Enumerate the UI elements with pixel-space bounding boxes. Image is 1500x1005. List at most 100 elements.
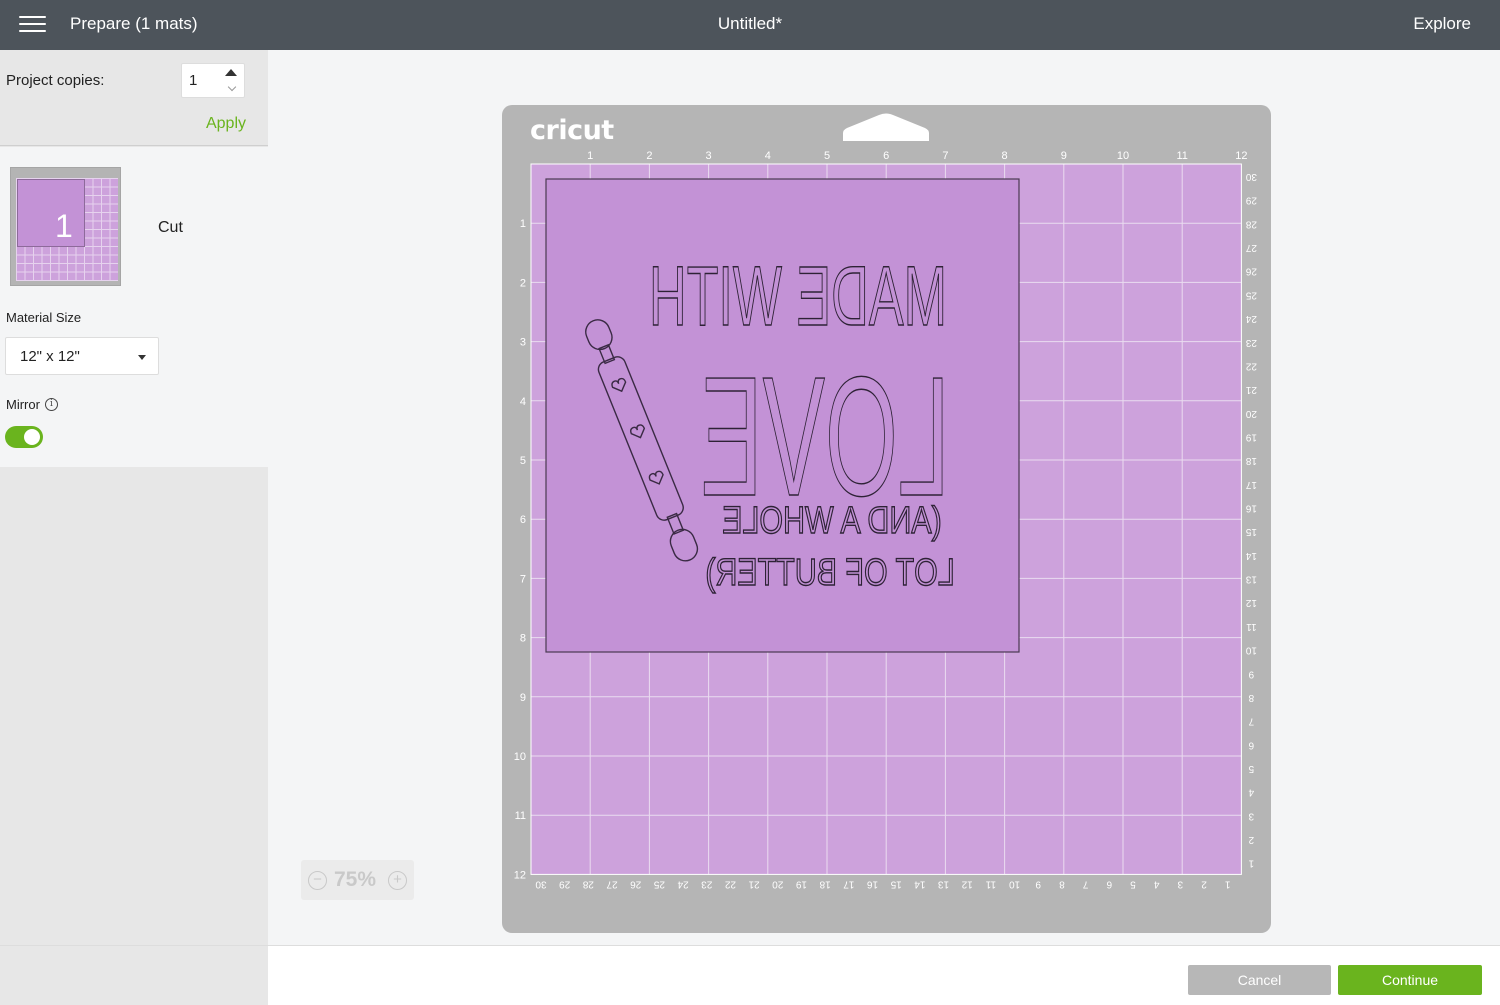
mat-thumbnail-design <box>17 179 85 247</box>
ruler-right-tick: 21 <box>1245 384 1257 395</box>
zoom-in-icon[interactable]: + <box>388 871 407 890</box>
ruler-right-tick: 30 <box>1245 171 1257 182</box>
ruler-right-tick: 24 <box>1245 313 1257 324</box>
mat-thumbnail[interactable]: 1 <box>10 167 121 286</box>
ruler-left-tick: 6 <box>520 514 526 526</box>
ruler-right-tick: 14 <box>1245 550 1257 561</box>
ruler-right-tick: 13 <box>1245 574 1257 585</box>
ruler-right-tick: 4 <box>1248 787 1254 798</box>
ruler-bottom-tick: 18 <box>819 878 831 889</box>
ruler-top-tick: 1 <box>587 150 593 162</box>
zoom-level: 75% <box>334 868 377 891</box>
bottom-bar: Cancel Continue <box>0 945 1500 1005</box>
decrement-arrow-icon[interactable] <box>229 84 237 92</box>
ruler-top-tick: 3 <box>706 150 712 162</box>
ruler-bottom-tick: 6 <box>1106 878 1112 889</box>
ruler-right-tick: 18 <box>1245 455 1257 466</box>
ruler-left-tick: 2 <box>520 277 526 289</box>
zoom-control: − 75% + <box>301 860 414 900</box>
ruler-right-tick: 6 <box>1248 739 1254 750</box>
explore-link[interactable]: Explore <box>1413 14 1471 34</box>
ruler-bottom-tick: 12 <box>961 878 973 889</box>
ruler-bottom-tick: 27 <box>606 878 618 889</box>
ruler-bottom-tick: 11 <box>985 878 996 889</box>
ruler-bottom-tick: 3 <box>1177 878 1183 889</box>
ruler-bottom-tick: 24 <box>677 878 689 889</box>
ruler-right-tick: 17 <box>1245 479 1257 490</box>
ruler-right-tick: 12 <box>1245 597 1257 608</box>
ruler-right-tick: 16 <box>1245 503 1257 514</box>
ruler-right-tick: 27 <box>1245 242 1257 253</box>
ruler-left-tick: 9 <box>520 692 526 704</box>
ruler-right-tick: 9 <box>1248 668 1254 679</box>
mat-settings-panel: 1 Cut Material Size 12" x 12" Mirror i <box>0 147 268 467</box>
ruler-bottom-tick: 17 <box>843 878 855 889</box>
info-icon[interactable]: i <box>45 398 58 411</box>
project-copies-label: Project copies: <box>6 72 105 89</box>
page-title: Prepare (1 mats) <box>70 14 198 33</box>
ruler-bottom-tick: 28 <box>582 878 594 889</box>
ruler-right-tick: 28 <box>1245 218 1257 229</box>
ruler-right-tick: 11 <box>1246 621 1257 632</box>
ruler-bottom-tick: 20 <box>772 878 784 889</box>
ruler-right-tick: 2 <box>1248 834 1254 845</box>
material-size-select[interactable]: 12" x 12" <box>5 337 159 375</box>
ruler-left-tick: 4 <box>520 396 526 408</box>
ruler-right-tick: 22 <box>1245 360 1257 371</box>
top-bar: Prepare (1 mats) Untitled* Explore <box>0 0 1500 50</box>
ruler-left-tick: 10 <box>514 751 526 763</box>
mirror-toggle[interactable] <box>5 426 43 448</box>
ruler-left-tick: 7 <box>520 573 526 585</box>
cutting-mat: cricut 1 2 3 4 5 6 7 8 9 10 11 12 1 2 3 4 5 6 7 8 9 10 11 12 30 2… <box>502 105 1271 933</box>
ruler-bottom-tick: 4 <box>1153 878 1159 889</box>
chevron-down-icon <box>138 355 146 360</box>
ruler-right-tick: 7 <box>1248 716 1254 727</box>
ruler-bottom-tick: 22 <box>724 878 736 889</box>
toggle-knob <box>24 429 40 445</box>
ruler-left-tick: 1 <box>520 218 526 230</box>
project-copies-value[interactable]: 1 <box>189 72 197 89</box>
ruler-top-tick: 7 <box>942 150 948 162</box>
ruler-right-tick: 1 <box>1248 858 1254 869</box>
ruler-top-tick: 9 <box>1061 150 1067 162</box>
ruler-right-tick: 25 <box>1245 289 1257 300</box>
ruler-right-tick: 29 <box>1245 195 1257 206</box>
apply-button[interactable]: Apply <box>206 115 246 133</box>
increment-arrow-icon[interactable] <box>225 69 237 76</box>
ruler-right-tick: 19 <box>1245 431 1257 442</box>
cancel-button[interactable]: Cancel <box>1188 965 1331 995</box>
mat-number: 1 <box>55 208 73 244</box>
ruler-top-tick: 6 <box>883 150 889 162</box>
ruler-top-tick: 11 <box>1176 150 1187 162</box>
ruler-bottom-tick: 5 <box>1130 878 1136 889</box>
ruler-bottom-tick: 7 <box>1082 878 1088 889</box>
ruler-top-tick: 12 <box>1235 150 1247 162</box>
mat-mode-label: Cut <box>158 219 183 236</box>
design-text-line-1: MADE WITH <box>649 249 947 343</box>
ruler-bottom-tick: 26 <box>630 878 642 889</box>
ruler-top-tick: 10 <box>1117 150 1129 162</box>
ruler-top-tick: 5 <box>824 150 830 162</box>
ruler-bottom-tick: 13 <box>938 878 950 889</box>
project-copies-input[interactable]: 1 <box>181 63 245 98</box>
ruler-left-tick: 8 <box>520 633 526 645</box>
zoom-out-icon[interactable]: − <box>308 871 327 890</box>
ruler-bottom-tick: 15 <box>890 878 902 889</box>
ruler-left-tick: 11 <box>515 810 526 822</box>
ruler-top-tick: 4 <box>765 150 771 162</box>
ruler-right-tick: 3 <box>1248 810 1254 821</box>
ruler-right-tick: 23 <box>1245 337 1257 348</box>
material-size-label: Material Size <box>6 310 82 325</box>
copies-panel: Project copies: 1 Apply <box>0 50 268 146</box>
hamburger-icon[interactable] <box>19 14 46 34</box>
ruler-bottom-tick: 19 <box>795 878 807 889</box>
ruler-bottom-tick: 10 <box>1009 878 1021 889</box>
ruler-bottom-tick: 2 <box>1201 878 1207 889</box>
continue-button[interactable]: Continue <box>1338 965 1482 995</box>
ruler-top-tick: 2 <box>646 150 652 162</box>
ruler-right-tick: 20 <box>1245 408 1257 419</box>
ruler-bottom-tick: 29 <box>559 878 571 889</box>
ruler-right-tick: 8 <box>1248 692 1254 703</box>
ruler-bottom-tick: 1 <box>1225 878 1231 889</box>
canvas-area: cricut 1 2 3 4 5 6 7 8 9 10 11 12 1 2 3 4 5 6 7 8 9 10 11 12 30 2… <box>268 50 1500 945</box>
